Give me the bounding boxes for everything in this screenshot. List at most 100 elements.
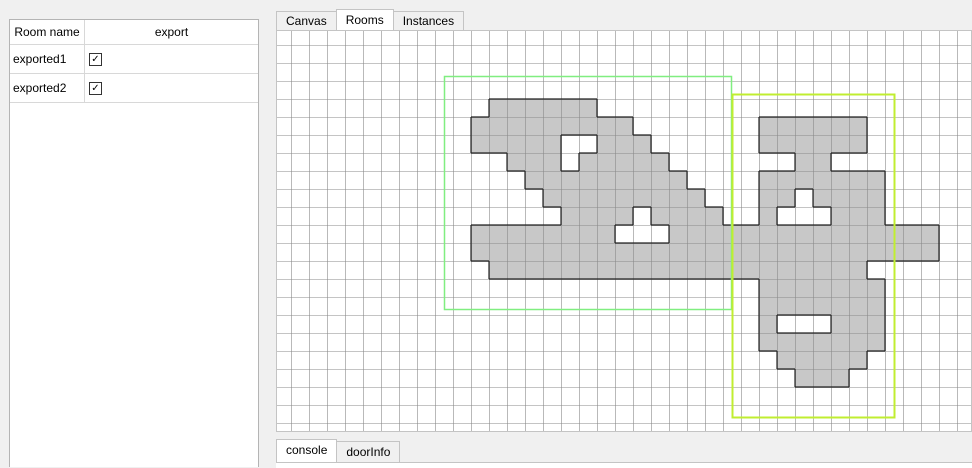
rooms-canvas[interactable] xyxy=(276,30,972,432)
room-cell xyxy=(543,117,561,135)
room-cell xyxy=(849,333,867,351)
table-row[interactable]: exported1 ✓ xyxy=(10,45,258,74)
export-cell: ✓ xyxy=(85,45,258,73)
room-cell xyxy=(507,153,525,171)
room-cell xyxy=(813,369,831,387)
room-cell xyxy=(543,261,561,279)
room-cell xyxy=(669,171,687,189)
tab-console[interactable]: console xyxy=(276,439,338,462)
room-cell xyxy=(597,243,615,261)
tab-rooms[interactable]: Rooms xyxy=(335,9,394,30)
room-cell xyxy=(633,171,651,189)
export-checkbox[interactable]: ✓ xyxy=(89,81,102,95)
room-cell xyxy=(543,135,561,153)
room-cell xyxy=(831,117,849,135)
room-cell xyxy=(867,207,885,225)
room-cell xyxy=(579,225,597,243)
room-cell xyxy=(831,369,849,387)
room-cell xyxy=(867,279,885,297)
room-name-cell[interactable]: exported2 xyxy=(10,74,85,102)
tab-instances[interactable]: Instances xyxy=(392,11,465,30)
room-cell xyxy=(471,225,489,243)
room-cell xyxy=(849,207,867,225)
room-cell xyxy=(777,297,795,315)
room-cell xyxy=(579,189,597,207)
top-tab-bar: Canvas Rooms Instances xyxy=(276,9,465,31)
room-cell xyxy=(831,189,849,207)
room-cell xyxy=(597,153,615,171)
room-cell xyxy=(849,279,867,297)
room-cell xyxy=(813,171,831,189)
room-cell xyxy=(543,189,561,207)
room-cell xyxy=(831,261,849,279)
room-cell xyxy=(903,243,921,261)
room-cell xyxy=(687,261,705,279)
room-cell xyxy=(849,135,867,153)
room-cell xyxy=(561,99,579,117)
room-cell xyxy=(867,171,885,189)
room-cell xyxy=(831,297,849,315)
room-cell xyxy=(687,243,705,261)
room-cell xyxy=(795,243,813,261)
room-cell xyxy=(561,189,579,207)
room-cell xyxy=(831,333,849,351)
room-cell xyxy=(777,225,795,243)
room-cell xyxy=(669,207,687,225)
room-cell xyxy=(561,171,579,189)
room-cell xyxy=(633,153,651,171)
room-cell xyxy=(777,261,795,279)
room-cell xyxy=(795,225,813,243)
room-cell xyxy=(579,207,597,225)
room-cell xyxy=(669,261,687,279)
room-cell xyxy=(831,279,849,297)
room-cell xyxy=(813,279,831,297)
room-cell xyxy=(759,189,777,207)
room-cell xyxy=(813,117,831,135)
room-cell xyxy=(921,243,939,261)
tab-canvas[interactable]: Canvas xyxy=(276,11,337,30)
room-cell xyxy=(507,261,525,279)
room-cell xyxy=(525,99,543,117)
room-cell xyxy=(489,225,507,243)
room-cell xyxy=(813,153,831,171)
room-cell xyxy=(849,243,867,261)
room-name-cell[interactable]: exported1 xyxy=(10,45,85,73)
room-cell xyxy=(579,153,597,171)
console-panel[interactable] xyxy=(276,462,972,468)
room-cell xyxy=(561,243,579,261)
room-cell xyxy=(615,261,633,279)
room-cell xyxy=(597,135,615,153)
room-cell xyxy=(543,99,561,117)
room-cell xyxy=(597,225,615,243)
room-grid[interactable] xyxy=(277,31,972,432)
room-cell xyxy=(561,261,579,279)
room-cell xyxy=(921,225,939,243)
export-checkbox[interactable]: ✓ xyxy=(89,52,102,66)
room-cell xyxy=(489,243,507,261)
room-cell xyxy=(543,171,561,189)
room-cell xyxy=(525,261,543,279)
room-cell xyxy=(759,315,777,333)
room-cell xyxy=(489,135,507,153)
table-header: Room name export xyxy=(10,20,258,45)
room-cell xyxy=(759,279,777,297)
room-cell xyxy=(579,99,597,117)
table-row[interactable]: exported2 ✓ xyxy=(10,74,258,103)
tab-doorinfo[interactable]: doorInfo xyxy=(336,441,401,462)
room-cell xyxy=(759,135,777,153)
room-cell xyxy=(651,261,669,279)
room-cell xyxy=(777,243,795,261)
room-cell xyxy=(633,189,651,207)
room-cell xyxy=(795,153,813,171)
room-cell xyxy=(489,117,507,135)
column-header-export[interactable]: export xyxy=(85,20,258,44)
column-header-room-name[interactable]: Room name xyxy=(10,20,85,44)
room-cell xyxy=(471,135,489,153)
room-cell xyxy=(867,315,885,333)
room-cell xyxy=(795,261,813,279)
room-cell xyxy=(615,189,633,207)
room-cell xyxy=(669,189,687,207)
room-cell xyxy=(705,261,723,279)
room-cell xyxy=(561,207,579,225)
room-cell xyxy=(543,225,561,243)
